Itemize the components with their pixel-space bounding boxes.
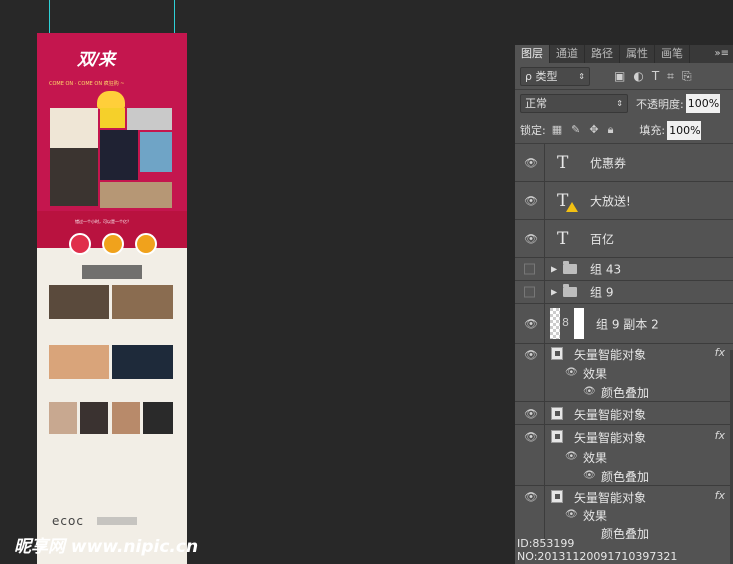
- watermark: 昵享网 www.nipic.cn: [14, 537, 199, 557]
- effects-label: 效果: [583, 451, 608, 465]
- visibility-eye-icon[interactable]: 👁︎: [524, 232, 538, 245]
- canvas-coupon-circles: [69, 233, 159, 257]
- canvas-band-message: 错过一个小时，可以是一个亿？: [75, 219, 131, 224]
- id-watermark: ID:853199 NO:20131120091710397321: [517, 537, 678, 563]
- lock-all-icon[interactable]: 🔒︎: [608, 123, 614, 137]
- color-overlay-label: 颜色叠加: [601, 470, 650, 484]
- lock-pixels-icon[interactable]: ✎: [571, 123, 580, 137]
- layer-row[interactable]: 👁︎ T 大放送!: [515, 182, 733, 220]
- group-name[interactable]: 组 43: [590, 261, 621, 278]
- fx-icon[interactable]: fx: [715, 489, 725, 502]
- panel-menu-icon[interactable]: »≡: [711, 45, 733, 63]
- tab-properties[interactable]: 属性: [620, 45, 655, 63]
- layer-name[interactable]: 大放送!: [590, 192, 631, 209]
- smart-object-icon: [551, 407, 563, 420]
- lock-position-icon[interactable]: ✥: [589, 123, 598, 137]
- opacity-input[interactable]: 100%: [685, 94, 720, 113]
- canvas-footer-logo: ecoc: [52, 514, 84, 528]
- visibility-toggle-off[interactable]: [524, 263, 535, 275]
- visibility-toggle-off[interactable]: [524, 286, 535, 298]
- color-overlay-eye-icon[interactable]: 👁︎: [583, 386, 596, 397]
- effects-eye-icon[interactable]: 👁︎: [565, 367, 578, 378]
- smart-object-icon: [551, 430, 563, 443]
- visibility-eye-icon[interactable]: 👁︎: [524, 317, 538, 330]
- canvas-section-title: [82, 265, 142, 279]
- smart-object-icon: [551, 347, 563, 360]
- smart-object-icon: [551, 490, 563, 503]
- warning-icon: [566, 201, 578, 212]
- blend-mode-value: 正常: [525, 97, 547, 110]
- group-name[interactable]: 组 9: [590, 284, 613, 301]
- layer-name[interactable]: 矢量智能对象: [574, 406, 646, 423]
- image-filter-icon[interactable]: ▣: [614, 69, 625, 84]
- layer-name[interactable]: 矢量智能对象: [574, 429, 646, 446]
- visibility-eye-icon[interactable]: 👁︎: [524, 194, 538, 207]
- layer-filter-select[interactable]: ρ 类型 ⇕: [520, 66, 590, 86]
- layer-name[interactable]: 矢量智能对象: [574, 346, 646, 363]
- canvas-badge: [97, 91, 125, 109]
- filter-row: ρ 类型 ⇕ ▣ ◐ T ⌗ ⎘: [515, 63, 733, 90]
- fx-icon[interactable]: fx: [715, 346, 725, 359]
- canvas-banner: 双/来 COME ON · COME ON 疯狂购 ~ 错过一个小时，可以是一个…: [37, 33, 187, 255]
- visibility-eye-icon[interactable]: 👁︎: [524, 156, 538, 169]
- opacity-label: 不透明度:: [636, 97, 684, 111]
- layer-name[interactable]: 百亿: [590, 230, 614, 247]
- effects-eye-icon[interactable]: 👁︎: [565, 509, 578, 520]
- effects-label: 效果: [583, 367, 608, 381]
- color-overlay-label: 颜色叠加: [601, 386, 650, 400]
- tab-paths[interactable]: 路径: [585, 45, 620, 63]
- type-layer-icon: T: [557, 228, 569, 249]
- folder-icon: [563, 261, 577, 274]
- smart-object-row[interactable]: 👁︎ 矢量智能对象 fx 👁︎ 效果 👁︎ 颜色叠加: [515, 344, 733, 402]
- expand-triangle-icon[interactable]: ▶: [551, 288, 557, 297]
- layer-name[interactable]: 组 9 副本 2: [596, 315, 659, 332]
- layer-row[interactable]: 👁︎ T 百亿: [515, 220, 733, 258]
- fill-input[interactable]: 100%: [667, 120, 702, 140]
- lock-transparency-icon[interactable]: ▦: [552, 123, 562, 137]
- lock-label: 锁定:: [520, 124, 546, 137]
- layer-mask-thumbnail[interactable]: [574, 308, 584, 339]
- effects-eye-icon[interactable]: 👁︎: [565, 451, 578, 462]
- layer-row[interactable]: 👁︎ 8 组 9 副本 2: [515, 304, 733, 344]
- smart-object-row[interactable]: 👁︎ 矢量智能对象: [515, 402, 733, 425]
- chevron-updown-icon: ⇕: [578, 71, 585, 81]
- smart-object-row[interactable]: 👁︎ 矢量智能对象 fx 👁︎ 效果 👁︎ 颜色叠加: [515, 425, 733, 486]
- filter-icons: ▣ ◐ T ⌗ ⎘: [614, 69, 692, 84]
- type-layer-icon: T: [557, 152, 569, 173]
- lock-icons: ▦ ✎ ✥ 🔒︎: [552, 123, 614, 137]
- link-chain-icon[interactable]: 8: [562, 316, 569, 329]
- tab-layers[interactable]: 图层: [515, 45, 550, 63]
- layer-row[interactable]: 👁︎ T 优惠券: [515, 144, 733, 182]
- group-row[interactable]: ▶ 组 9: [515, 281, 733, 304]
- tab-channels[interactable]: 通道: [550, 45, 585, 63]
- layer-thumbnail: [550, 308, 560, 339]
- expand-triangle-icon[interactable]: ▶: [551, 265, 557, 274]
- layers-panel: 图层 通道 路径 属性 画笔 »≡ ρ 类型 ⇕ ▣ ◐ T ⌗ ⎘ 正常 ⇕ …: [515, 45, 733, 564]
- canvas-logo: 双/来: [77, 50, 115, 70]
- folder-icon: [563, 284, 577, 297]
- fill-label: 填充:: [639, 124, 666, 137]
- document-canvas[interactable]: 双/来 COME ON · COME ON 疯狂购 ~ 错过一个小时，可以是一个…: [37, 33, 187, 564]
- smart-object-filter-icon[interactable]: ⎘: [682, 69, 692, 84]
- filter-label: ρ 类型: [525, 69, 558, 83]
- tab-brush[interactable]: 画笔: [655, 45, 690, 63]
- color-overlay-eye-icon[interactable]: 👁︎: [583, 470, 596, 481]
- canvas-collage: [50, 108, 172, 208]
- effects-label: 效果: [583, 509, 608, 523]
- blend-row: 正常 ⇕ 不透明度: 100%: [515, 90, 733, 117]
- lock-row: 锁定: ▦ ✎ ✥ 🔒︎ 填充: 100%: [515, 117, 733, 144]
- shape-filter-icon[interactable]: ⌗: [667, 69, 674, 84]
- layer-name[interactable]: 矢量智能对象: [574, 489, 646, 506]
- blend-mode-select[interactable]: 正常 ⇕: [520, 94, 628, 113]
- adjustment-filter-icon[interactable]: ◐: [633, 69, 643, 84]
- group-row[interactable]: ▶ 组 43: [515, 258, 733, 281]
- canvas-footer-text: [97, 517, 137, 525]
- type-filter-icon[interactable]: T: [652, 69, 659, 84]
- panel-tabs: 图层 通道 路径 属性 画笔 »≡: [515, 45, 733, 63]
- canvas-slogan: COME ON · COME ON 疯狂购 ~: [49, 81, 125, 87]
- chevron-updown-icon: ⇕: [616, 99, 623, 108]
- layers-list: 👁︎ T 优惠券 👁︎ T 大放送! 👁︎ T 百亿 ▶ 组 43 ▶ 组 9: [515, 144, 733, 546]
- layer-name[interactable]: 优惠券: [590, 154, 626, 171]
- fx-icon[interactable]: fx: [715, 429, 725, 442]
